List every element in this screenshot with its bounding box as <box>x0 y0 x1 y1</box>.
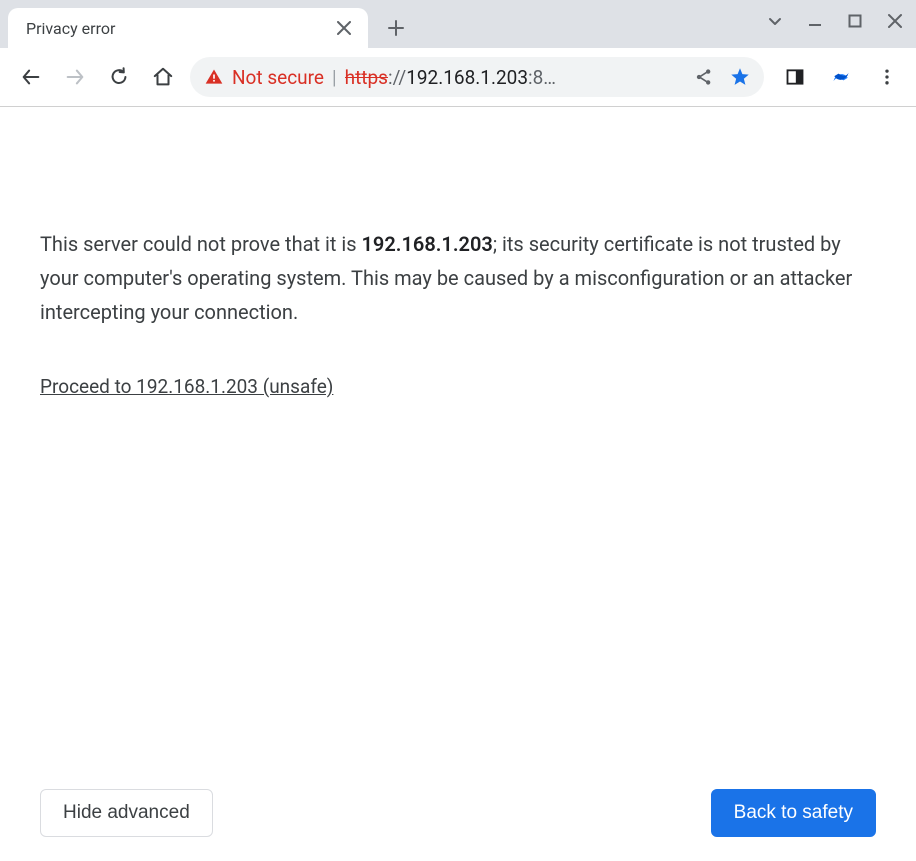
toolbar-right-icons <box>774 62 902 92</box>
hide-advanced-button[interactable]: Hide advanced <box>40 789 213 837</box>
explain-prefix: This server could not prove that it is <box>40 232 362 256</box>
close-tab-button[interactable] <box>334 18 354 38</box>
toolbar: Not secure | https://192.168.1.203:8… <box>0 48 916 106</box>
omnibox[interactable]: Not secure | https://192.168.1.203:8… <box>190 57 764 97</box>
side-panel-icon <box>785 67 805 87</box>
close-icon <box>337 21 351 35</box>
tab-title: Privacy error <box>26 19 334 38</box>
maximize-button[interactable] <box>844 10 866 32</box>
url-port: :8… <box>528 66 556 89</box>
warning-triangle-icon <box>204 67 224 87</box>
minimize-button[interactable] <box>804 10 826 32</box>
url-host: 192.168.1.203 <box>406 66 528 89</box>
bookmark-button[interactable] <box>726 63 754 91</box>
chevron-down-icon <box>767 13 783 29</box>
reload-icon <box>108 66 130 88</box>
proceed-unsafe-link[interactable]: Proceed to 192.168.1.203 (unsafe) <box>40 375 333 398</box>
explain-ip: 192.168.1.203 <box>362 232 493 256</box>
window-controls <box>764 10 906 32</box>
share-icon <box>694 67 714 87</box>
arrow-left-icon <box>20 66 42 88</box>
back-button[interactable] <box>14 60 48 94</box>
page-content: This server could not prove that it is 1… <box>0 107 916 861</box>
home-button[interactable] <box>146 60 180 94</box>
side-panel-button[interactable] <box>780 62 810 92</box>
close-window-button[interactable] <box>884 10 906 32</box>
url-scheme-struck: https <box>345 66 388 89</box>
url-display: https://192.168.1.203:8… <box>345 66 682 89</box>
minimize-icon <box>807 13 823 29</box>
plus-icon <box>387 19 405 37</box>
menu-button[interactable] <box>872 62 902 92</box>
back-to-safety-button[interactable]: Back to safety <box>711 789 876 837</box>
tab-active[interactable]: Privacy error <box>8 8 368 48</box>
close-icon <box>887 13 903 29</box>
omnibox-separator: | <box>332 66 337 89</box>
url-scheme-rest: :// <box>388 66 406 89</box>
extension-button[interactable] <box>826 62 856 92</box>
tab-strip: Privacy error <box>0 0 916 48</box>
dots-vertical-icon <box>877 67 897 87</box>
share-button[interactable] <box>690 63 718 91</box>
forward-button[interactable] <box>58 60 92 94</box>
tab-search-button[interactable] <box>764 10 786 32</box>
arrow-right-icon <box>64 66 86 88</box>
button-row: Hide advanced Back to safety <box>40 789 876 837</box>
reload-button[interactable] <box>102 60 136 94</box>
browser-chrome: Privacy error <box>0 0 916 107</box>
maximize-icon <box>848 14 862 28</box>
star-filled-icon <box>729 66 751 88</box>
not-secure-label: Not secure <box>232 66 324 89</box>
security-explanation: This server could not prove that it is 1… <box>40 227 876 329</box>
confluence-icon <box>831 67 851 87</box>
new-tab-button[interactable] <box>378 10 414 46</box>
home-icon <box>152 66 174 88</box>
